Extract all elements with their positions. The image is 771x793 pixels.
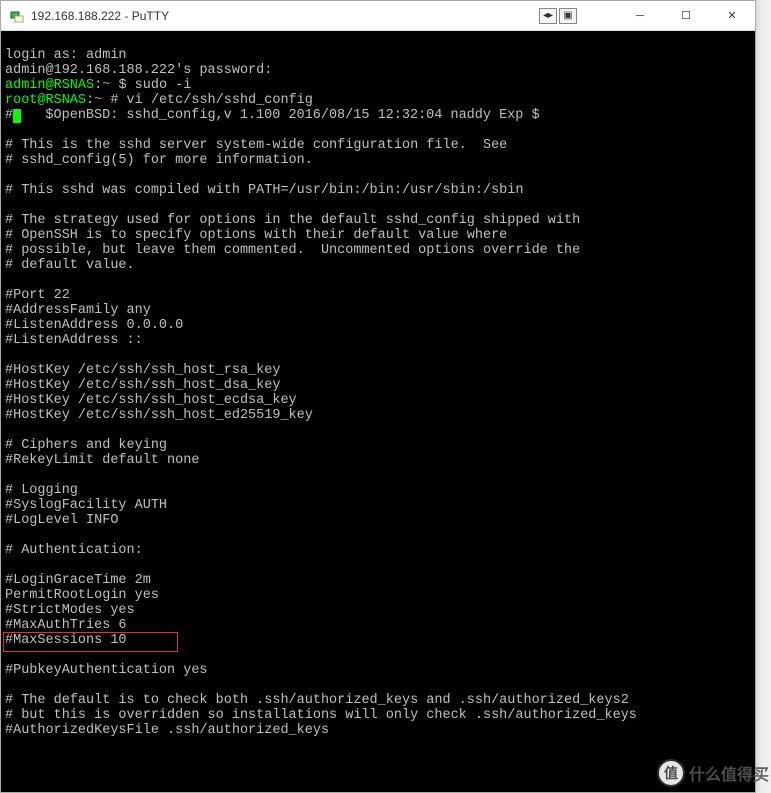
file-line: #MaxAuthTries 6: [5, 618, 127, 633]
file-line: #MaxSessions 10: [5, 633, 127, 648]
file-line: #HostKey /etc/ssh/ssh_host_dsa_key: [5, 378, 280, 393]
file-line: #StrictModes yes: [5, 603, 135, 618]
file-line: #RekeyLimit default none: [5, 453, 199, 468]
cursor: [13, 109, 21, 123]
login-line: login as: admin: [5, 48, 127, 63]
terminal[interactable]: login as: admin admin@192.168.188.222's …: [1, 31, 755, 792]
file-line: #HostKey /etc/ssh/ssh_host_rsa_key: [5, 363, 280, 378]
prompt-admin: admin@RSNAS:~ $ sudo -i: [5, 78, 191, 93]
file-line: #SyslogFacility AUTH: [5, 498, 167, 513]
extra-buttons: ◂▸ ▣: [539, 8, 577, 24]
file-line: # This sshd was compiled with PATH=/usr/…: [5, 183, 523, 198]
close-button[interactable]: ✕: [709, 1, 755, 31]
file-line: # Authentication:: [5, 543, 143, 558]
file-line: # $OpenBSD: sshd_config,v 1.100 2016/08/…: [5, 108, 540, 123]
file-line: #ListenAddress 0.0.0.0: [5, 318, 183, 333]
file-line: # The strategy used for options in the d…: [5, 213, 580, 228]
prompt-root: root@RSNAS:~ # vi /etc/ssh/sshd_config: [5, 93, 313, 108]
file-line: # possible, but leave them commented. Un…: [5, 243, 580, 258]
file-line: #LoginGraceTime 2m: [5, 573, 151, 588]
putty-icon: [9, 8, 25, 24]
password-line: admin@192.168.188.222's password:: [5, 63, 272, 78]
watermark-text: 什么值得买: [689, 761, 769, 785]
file-line: #PubkeyAuthentication yes: [5, 663, 208, 678]
file-line: #HostKey /etc/ssh/ssh_host_ecdsa_key: [5, 393, 297, 408]
file-line: # This is the sshd server system-wide co…: [5, 138, 507, 153]
extra-button-1[interactable]: ◂▸: [539, 8, 557, 24]
file-line: #Port 22: [5, 288, 70, 303]
file-line: # OpenSSH is to specify options with the…: [5, 228, 507, 243]
minimize-button[interactable]: ─: [617, 1, 663, 31]
file-line: # but this is overridden so installation…: [5, 708, 637, 723]
titlebar[interactable]: 192.168.188.222 - PuTTY ◂▸ ▣ ─ ☐ ✕: [1, 1, 755, 31]
file-line: # Logging: [5, 483, 78, 498]
extra-button-2[interactable]: ▣: [559, 8, 577, 24]
file-line: #HostKey /etc/ssh/ssh_host_ed25519_key: [5, 408, 313, 423]
file-line: #AuthorizedKeysFile .ssh/authorized_keys: [5, 723, 329, 738]
window-title: 192.168.188.222 - PuTTY: [31, 9, 169, 23]
putty-window: 192.168.188.222 - PuTTY ◂▸ ▣ ─ ☐ ✕ login…: [0, 0, 756, 793]
watermark-badge: 值: [657, 759, 685, 787]
permit-root-login-line: PermitRootLogin yes: [5, 588, 159, 603]
maximize-button[interactable]: ☐: [663, 1, 709, 31]
file-line: # default value.: [5, 258, 135, 273]
file-line: #LogLevel INFO: [5, 513, 118, 528]
file-line: #ListenAddress ::: [5, 333, 143, 348]
file-line: # Ciphers and keying: [5, 438, 167, 453]
watermark: 值 什么值得买: [657, 759, 769, 787]
window-controls: ─ ☐ ✕: [617, 1, 755, 31]
file-line: # sshd_config(5) for more information.: [5, 153, 313, 168]
file-line: # The default is to check both .ssh/auth…: [5, 693, 629, 708]
file-line: #AddressFamily any: [5, 303, 151, 318]
